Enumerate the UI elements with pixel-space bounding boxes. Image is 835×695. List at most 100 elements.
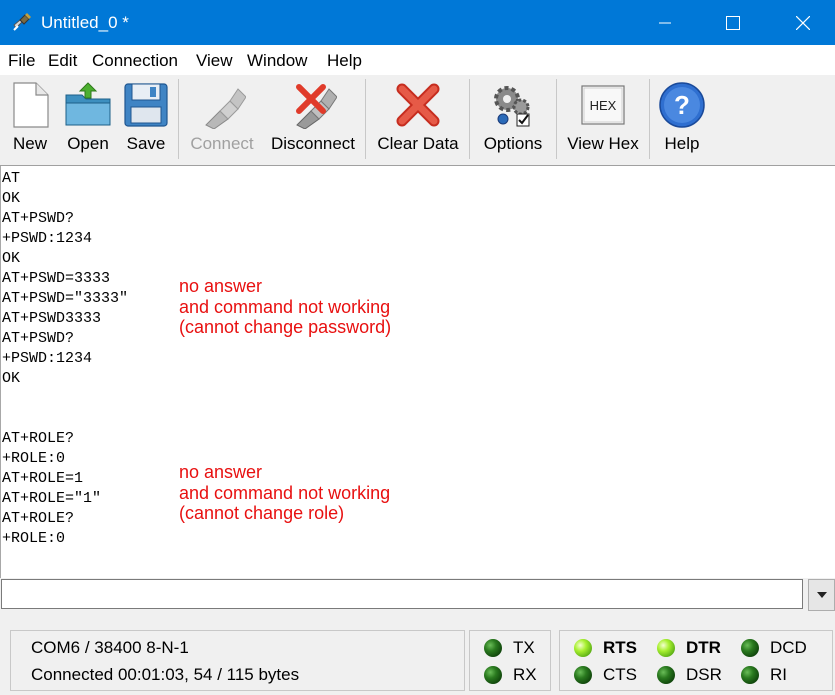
- terminal-line: AT+ROLE=1: [2, 470, 84, 487]
- connect-label: Connect: [190, 134, 254, 153]
- annotation-line: (cannot change password): [179, 317, 392, 337]
- maximize-button[interactable]: [710, 0, 756, 45]
- new-document-icon: [13, 82, 49, 128]
- terminal-line: +ROLE:0: [2, 450, 66, 467]
- terminal-line: +PSWD:1234: [2, 350, 93, 367]
- new-label: New: [12, 134, 47, 153]
- disconnect-label: Disconnect: [270, 134, 356, 153]
- close-icon: [796, 15, 810, 30]
- terminal-line: +PSWD:1234: [2, 230, 93, 247]
- status-bar: COM6 / 38400 8-N-1 Connected 00:01:03, 5…: [0, 614, 835, 695]
- toolbar-separator: [469, 79, 470, 159]
- annotation-password: no answer and command not working (canno…: [179, 276, 391, 338]
- maximize-icon: [726, 15, 740, 30]
- new-button[interactable]: New: [4, 75, 56, 163]
- command-input[interactable]: [1, 579, 803, 609]
- terminal-line: OK: [2, 190, 21, 207]
- terminal-line: OK: [2, 250, 21, 267]
- menu-connection[interactable]: Connection: [92, 51, 178, 71]
- usb-disconnect-icon: [296, 84, 337, 129]
- menu-edit[interactable]: Edit: [48, 51, 77, 71]
- terminal-line: AT+ROLE?: [2, 430, 75, 447]
- save-button[interactable]: Save: [120, 75, 172, 163]
- command-history-dropdown[interactable]: [808, 579, 835, 611]
- terminal-output[interactable]: AT OK AT+PSWD? +PSWD:1234 OK AT+PSWD=3333 AT+P…: [0, 166, 835, 578]
- toolbar-separator: [178, 79, 179, 159]
- connection-info-text: Connected 00:01:03, 54 / 115 bytes: [31, 665, 300, 684]
- toolbar-separator: [556, 79, 557, 159]
- terminal-line: AT+PSWD=3333: [2, 270, 111, 287]
- dcd-led-icon: [741, 639, 759, 657]
- annotation-line: (cannot change role): [179, 503, 345, 523]
- ri-led-icon: [741, 666, 759, 684]
- annotation-line: and command not working: [179, 296, 391, 317]
- title-bar: Untitled_0 *: [0, 0, 835, 45]
- terminal-line: +ROLE:0: [2, 530, 66, 547]
- gears-options-icon: [494, 86, 530, 127]
- menu-bar: File Edit Connection View Window Help: [0, 45, 835, 75]
- ri-label: RI: [770, 665, 787, 684]
- view-hex-label: View Hex: [567, 134, 639, 153]
- txrx-panel: TX RX: [469, 630, 551, 691]
- terminal-line: AT+ROLE="1": [2, 490, 102, 507]
- annotation-line: and command not working: [179, 482, 391, 503]
- usb-plug-icon: [205, 88, 246, 129]
- dcd-label: DCD: [770, 638, 807, 657]
- hex-view-icon: HEX: [581, 85, 625, 125]
- save-label: Save: [126, 134, 166, 153]
- view-hex-button[interactable]: HEX View Hex: [562, 75, 644, 163]
- minimize-icon: [659, 22, 671, 23]
- port-settings-text: COM6 / 38400 8-N-1: [31, 638, 189, 657]
- dtr-label: DTR: [686, 638, 721, 657]
- open-label: Open: [67, 134, 109, 153]
- rx-led-icon: [484, 666, 502, 684]
- cts-led-icon: [574, 666, 592, 684]
- open-folder-icon: [65, 82, 111, 126]
- svg-text:?: ?: [674, 90, 690, 120]
- cts-label: CTS: [603, 665, 637, 684]
- clear-data-button[interactable]: Clear Data: [372, 75, 464, 163]
- terminal-line: AT+PSWD3333: [2, 310, 102, 327]
- annotation-line: no answer: [179, 276, 263, 296]
- dtr-led-icon: [657, 639, 675, 657]
- menu-file[interactable]: File: [8, 51, 35, 71]
- terminal-lines: AT OK AT+PSWD? +PSWD:1234 OK AT+PSWD=3333 AT+P…: [2, 169, 128, 549]
- open-button[interactable]: Open: [60, 75, 116, 163]
- save-disk-icon: [124, 83, 168, 127]
- window-title: Untitled_0 *: [41, 13, 129, 32]
- menu-window[interactable]: Window: [247, 51, 307, 71]
- rx-label: RX: [513, 665, 537, 684]
- clear-data-label: Clear Data: [377, 134, 459, 153]
- connection-status-panel: COM6 / 38400 8-N-1 Connected 00:01:03, 5…: [10, 630, 465, 691]
- close-button[interactable]: [780, 0, 826, 45]
- terminal-line: AT: [2, 170, 21, 187]
- toolbar-separator: [649, 79, 650, 159]
- terminal-line: AT+ROLE?: [2, 510, 75, 527]
- toolbar-separator: [365, 79, 366, 159]
- toolbar: New Open Save Connect Disconnect Clear D…: [0, 75, 835, 166]
- terminal-line: AT+PSWD?: [2, 330, 75, 347]
- clear-x-icon: [396, 83, 440, 127]
- help-question-icon: ?: [659, 82, 705, 128]
- options-button[interactable]: Options: [475, 75, 551, 163]
- connect-button[interactable]: Connect: [183, 75, 261, 163]
- help-label: Help: [664, 134, 700, 153]
- tx-label: TX: [513, 638, 535, 657]
- annotation-line: no answer: [179, 462, 263, 482]
- disconnect-button[interactable]: Disconnect: [266, 75, 360, 163]
- tx-led-icon: [484, 639, 502, 657]
- command-input-row: [0, 578, 835, 614]
- annotation-role: no answer and command not working (canno…: [179, 462, 390, 524]
- minimize-button[interactable]: [642, 0, 688, 45]
- dsr-led-icon: [657, 666, 675, 684]
- menu-view[interactable]: View: [196, 51, 233, 71]
- terminal-app-icon: [13, 13, 31, 31]
- terminal-line: AT+PSWD?: [2, 210, 75, 227]
- help-button[interactable]: ? Help: [656, 75, 708, 163]
- terminal-line: AT+PSWD="3333": [2, 290, 129, 307]
- rts-led-icon: [574, 639, 592, 657]
- menu-help[interactable]: Help: [327, 51, 362, 71]
- terminal-line: OK: [2, 370, 21, 387]
